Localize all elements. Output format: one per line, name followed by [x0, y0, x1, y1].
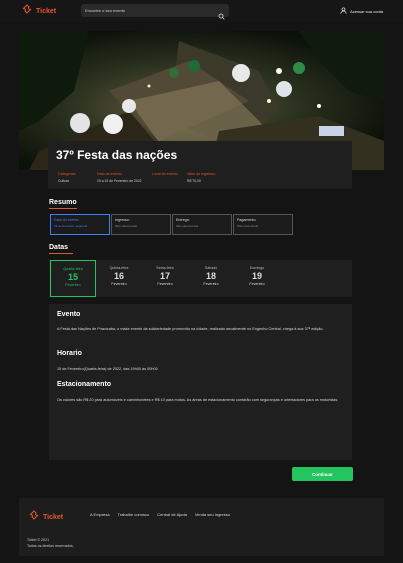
step-value: Não preenchido	[237, 224, 259, 228]
top-bar: Ticket Acessar sua conta	[0, 0, 403, 22]
ticket-icon	[28, 508, 40, 526]
date-month: Fevereiro	[65, 283, 81, 287]
date-day: 19	[251, 271, 262, 281]
search-bar[interactable]	[81, 4, 229, 20]
user-icon	[340, 7, 347, 15]
summary-title: Resumo	[49, 199, 77, 206]
date-month: Fevereiro	[249, 282, 265, 286]
summary-underline	[49, 208, 77, 209]
date-selector: Quarta-feira 15 Fevereiro Quinta-feira 1…	[49, 260, 352, 297]
footer-link-careers[interactable]: Trabalhe conosco	[118, 512, 150, 517]
parking-text: Os valores são R$ 20 para automóveis e c…	[57, 398, 339, 402]
step-value: Não selecionado	[115, 224, 138, 228]
date-day: 15	[67, 272, 78, 282]
field-label: Categorias:	[58, 172, 77, 176]
event-description: A Festa das Nações de Piracicaba, o maio…	[57, 327, 324, 331]
date-day: 18	[205, 271, 216, 281]
step-payment[interactable]: Pagamento: Não preenchido	[233, 214, 293, 235]
step-label: Pagamento:	[237, 218, 257, 222]
dates-title: Datas	[49, 244, 69, 251]
date-day: 16	[113, 271, 124, 281]
event-details-card: Evento A Festa das Nações de Piracicaba,…	[49, 304, 352, 460]
footer-link-sell-ticket[interactable]: Venda seu ingresso	[195, 512, 230, 517]
date-option-17[interactable]: Sexta-feira 17 Fevereiro	[142, 260, 188, 297]
footer-logo[interactable]: Ticket	[28, 508, 63, 526]
category-field: Categorias: Cultura	[58, 172, 97, 183]
footer-link-help[interactable]: Central de Ajuda	[157, 512, 187, 517]
field-label: Local do evento:	[152, 172, 179, 176]
date-option-19[interactable]: Domingo 19 Fevereiro	[234, 260, 280, 297]
schedule-text: 15 de Fevereiro(Quarta-feira) de 2022, d…	[57, 367, 158, 371]
step-delivery[interactable]: Entrega: Não selecionada	[172, 214, 232, 235]
summary-steps: Data do evento: 15 de fevereiro, segunda…	[50, 214, 293, 235]
footer-link-company[interactable]: A Empresa	[90, 512, 110, 517]
step-label: Entrega:	[176, 218, 190, 222]
event-title: 37º Festa das nações	[56, 148, 178, 162]
step-event-date[interactable]: Data do evento: 15 de fevereiro, segunda	[50, 214, 110, 235]
rights-text: Todos os direitos reservados.	[27, 544, 74, 548]
dates-underline	[49, 253, 73, 254]
step-ticket[interactable]: Ingresso: Não selecionado	[111, 214, 171, 235]
step-value: 15 de fevereiro, segunda	[54, 224, 88, 228]
account-label: Acessar sua conta	[350, 8, 383, 14]
step-label: Ingresso:	[115, 218, 130, 222]
date-weekday: Quarta-feira	[63, 267, 83, 271]
search-icon[interactable]	[218, 7, 225, 20]
field-value: Cultura	[58, 179, 69, 183]
date-field: Data do evento: 15 a 19 de Fevereiro de …	[97, 172, 152, 183]
date-month: Fevereiro	[157, 282, 173, 286]
field-label: Data do evento:	[97, 172, 123, 176]
footer-links: A Empresa Trabalhe conosco Central de Aj…	[90, 512, 230, 517]
footer-logo-text: Ticket	[43, 513, 64, 521]
date-weekday: Quinta-feira	[109, 266, 129, 270]
date-weekday: Domingo	[249, 266, 265, 270]
date-month: Fevereiro	[203, 282, 219, 286]
field-value: 15 a 19 de Fevereiro de 2022	[97, 179, 142, 183]
field-value: R$ 70,00	[187, 179, 201, 183]
ticket-icon	[21, 2, 33, 20]
date-weekday: Sexta-feira	[156, 266, 174, 270]
account-link[interactable]: Acessar sua conta	[340, 7, 383, 15]
price-field: Valor do ingresso: R$ 70,00	[187, 172, 226, 183]
date-option-18[interactable]: Sábado 18 Fevereiro	[188, 260, 234, 297]
copyright: Ticket © 2021 Todos os direitos reservad…	[27, 537, 74, 549]
schedule-heading: Horario	[57, 350, 82, 357]
event-heading: Evento	[57, 311, 81, 318]
continue-button[interactable]: Continuar	[292, 467, 353, 481]
event-info-card: 37º Festa das nações Categorias: Cultura…	[48, 141, 352, 189]
date-month: Fevereiro	[111, 282, 127, 286]
date-weekday: Sábado	[204, 266, 218, 270]
location-field: Local do evento:	[152, 172, 187, 183]
search-input[interactable]	[85, 6, 215, 15]
step-label: Data do evento:	[54, 218, 80, 222]
date-option-16[interactable]: Quinta-feira 16 Fevereiro	[96, 260, 142, 297]
footer: Ticket A Empresa Trabalhe conosco Centra…	[19, 498, 384, 556]
date-option-15[interactable]: Quarta-feira 15 Fevereiro	[50, 260, 96, 297]
field-label: Valor do ingresso:	[187, 172, 216, 176]
logo-text: Ticket	[36, 7, 57, 15]
parking-heading: Estacionamento	[57, 381, 112, 388]
step-value: Não selecionada	[176, 224, 199, 228]
date-day: 17	[159, 271, 170, 281]
logo[interactable]: Ticket	[21, 2, 57, 20]
event-fields: Categorias: Cultura Data do evento: 15 a…	[58, 172, 226, 183]
